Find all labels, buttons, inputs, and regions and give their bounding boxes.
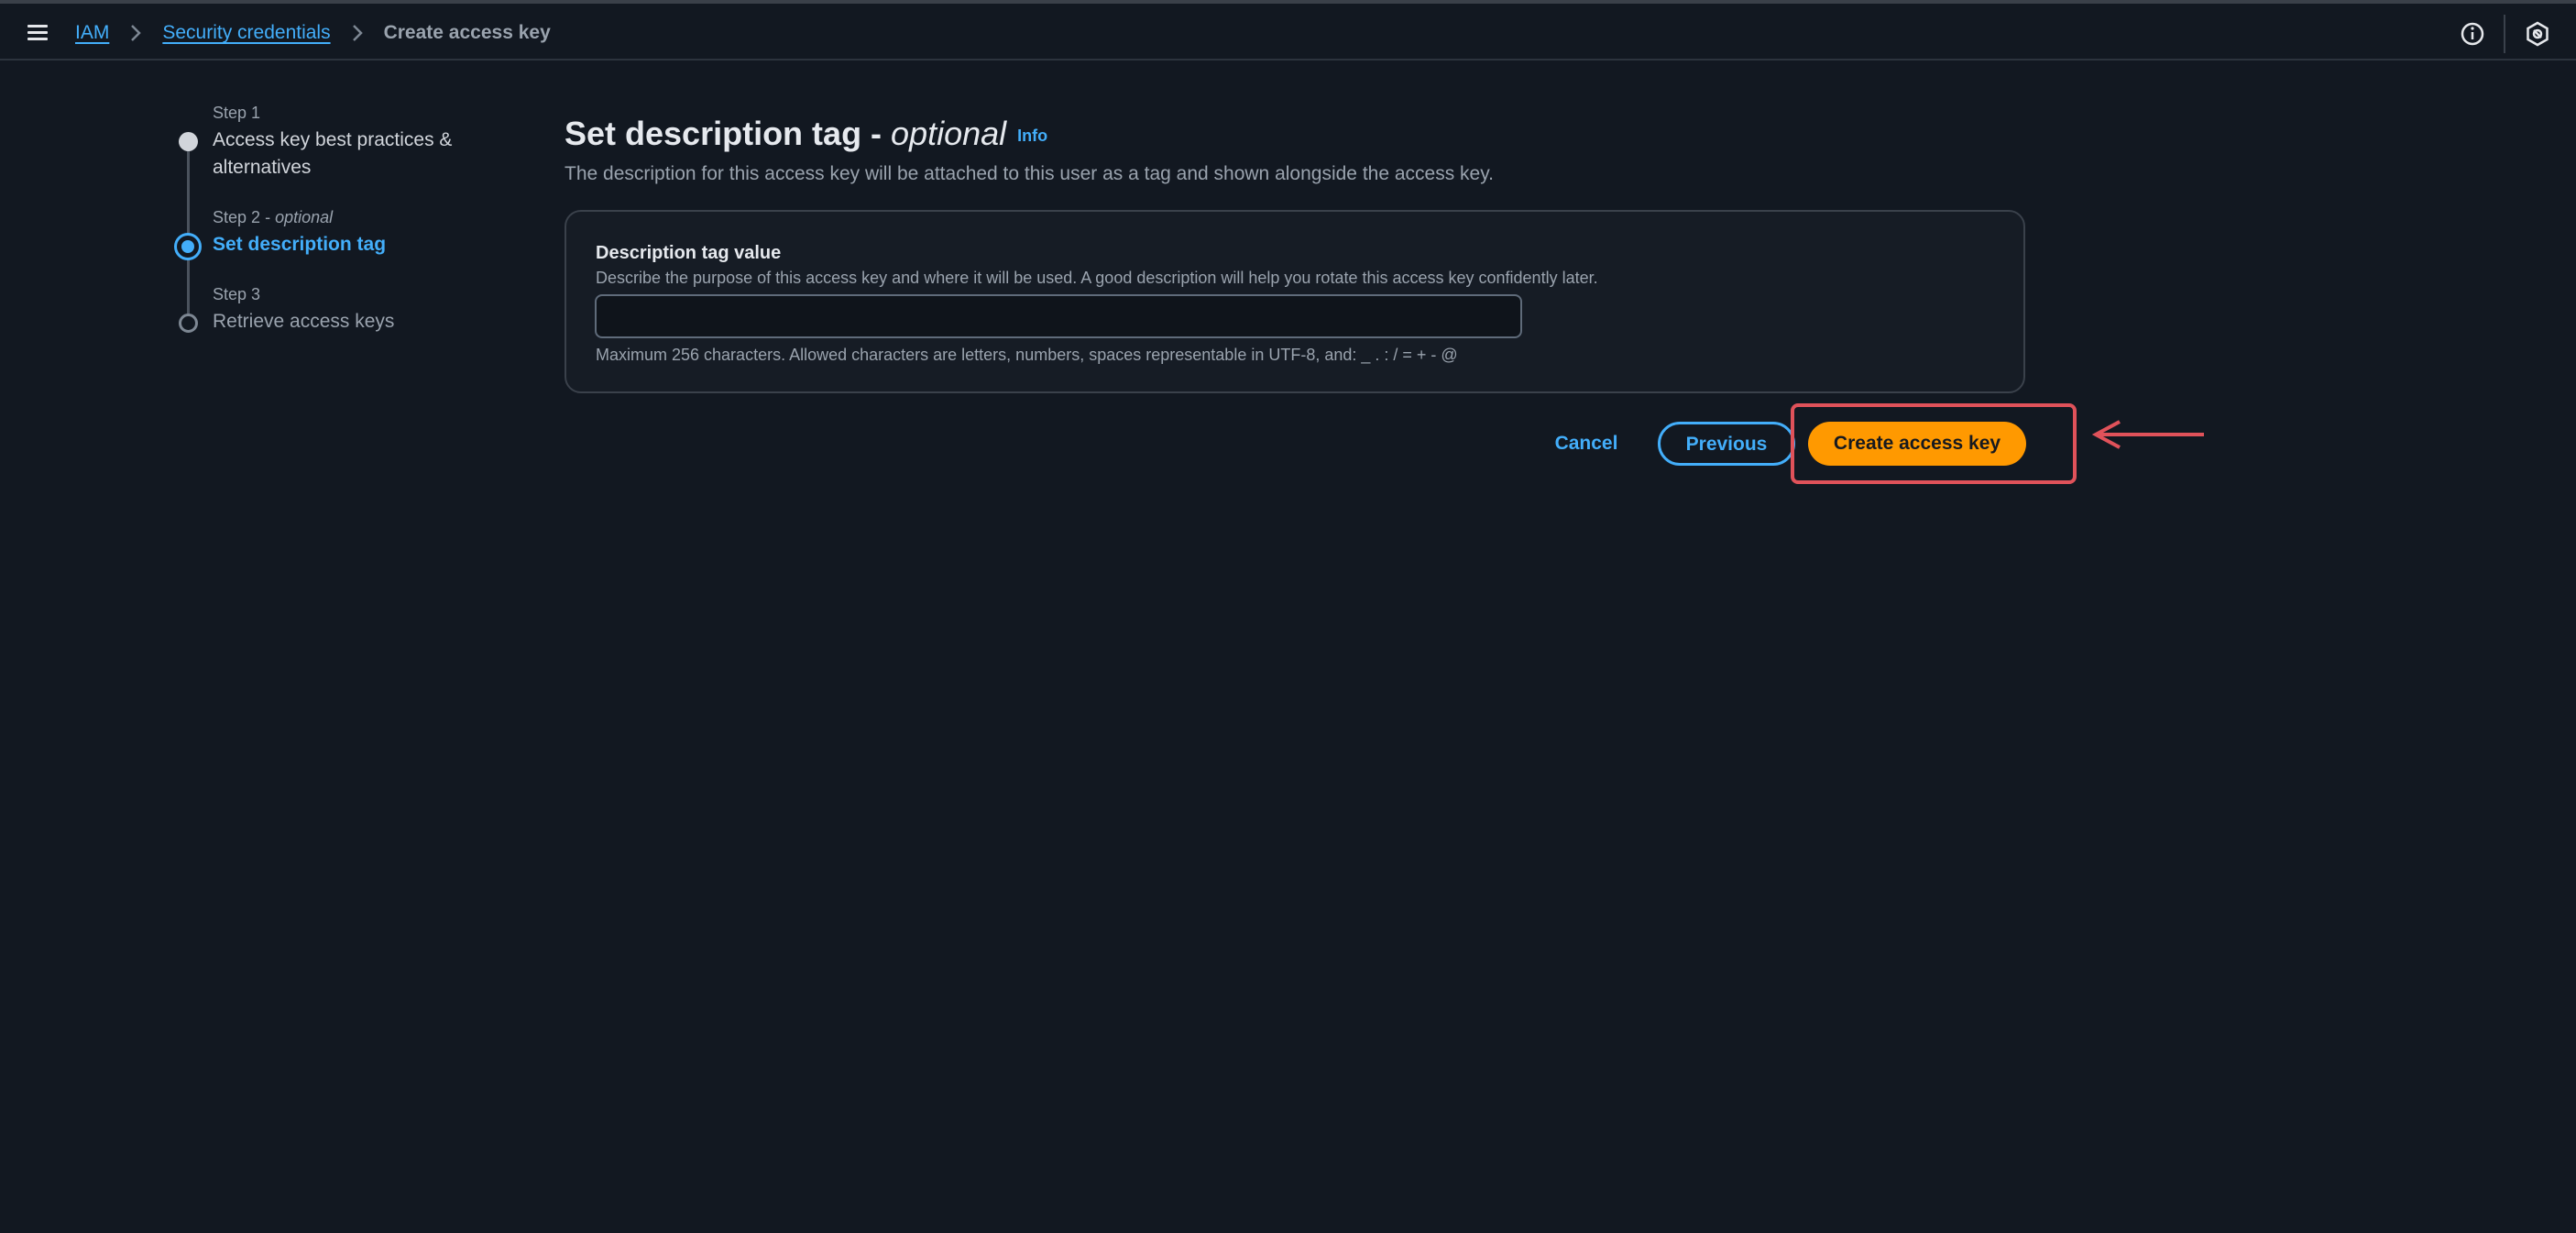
step-current-indicator [174, 233, 202, 260]
step-2-label: Step 2 - optional [213, 208, 334, 226]
step-2-title: Set description tag [213, 234, 387, 255]
description-tag-label: Description tag value [596, 243, 782, 263]
step-connector [187, 143, 190, 237]
breadcrumb-current-page: Create access key [383, 22, 551, 43]
description-tag-panel: Description tag value Describe the purpo… [565, 210, 2025, 393]
cancel-button[interactable]: Cancel [1549, 422, 1624, 466]
breadcrumb-iam[interactable]: IAM [75, 22, 109, 44]
top-navigation-bar: IAM Security credentials Create access k… [0, 0, 2576, 61]
chevron-right-icon [131, 25, 142, 41]
annotation-highlight-box [1791, 403, 2077, 484]
step-1-label: Step 1 [213, 104, 261, 122]
info-link[interactable]: Info [1017, 127, 1047, 145]
step-completed-dot [179, 132, 198, 151]
annotation-arrow-icon [2092, 420, 2204, 449]
breadcrumb-security-credentials[interactable]: Security credentials [162, 22, 330, 44]
toolbar-divider [2504, 15, 2505, 53]
breadcrumb: IAM Security credentials Create access k… [75, 19, 551, 47]
step-2-label-text: Step 2 [213, 208, 261, 226]
previous-button[interactable]: Previous [1658, 422, 1795, 466]
step-3-title: Retrieve access keys [213, 311, 395, 332]
step-3-label: Step 3 [213, 285, 261, 303]
step-2-optional: optional [275, 208, 334, 226]
step-pending-dot [179, 314, 198, 333]
description-tag-help: Describe the purpose of this access key … [596, 269, 1598, 287]
menu-icon[interactable] [26, 20, 51, 46]
page-title: Set description tag - optional Info [565, 115, 1047, 153]
step-1-title-line2[interactable]: alternatives [213, 154, 311, 182]
info-icon[interactable] [2459, 20, 2486, 48]
page-title-optional: optional [891, 115, 1007, 152]
step-1-title[interactable]: Access key best practices & [213, 127, 452, 154]
page-title-text: Set description tag - [565, 115, 892, 152]
chevron-right-icon [352, 25, 363, 41]
hexagon-settings-icon[interactable] [2524, 20, 2551, 48]
page-description: The description for this access key will… [565, 163, 1494, 184]
description-tag-constraint: Maximum 256 characters. Allowed characte… [596, 346, 1458, 364]
description-tag-input[interactable] [595, 294, 1522, 338]
